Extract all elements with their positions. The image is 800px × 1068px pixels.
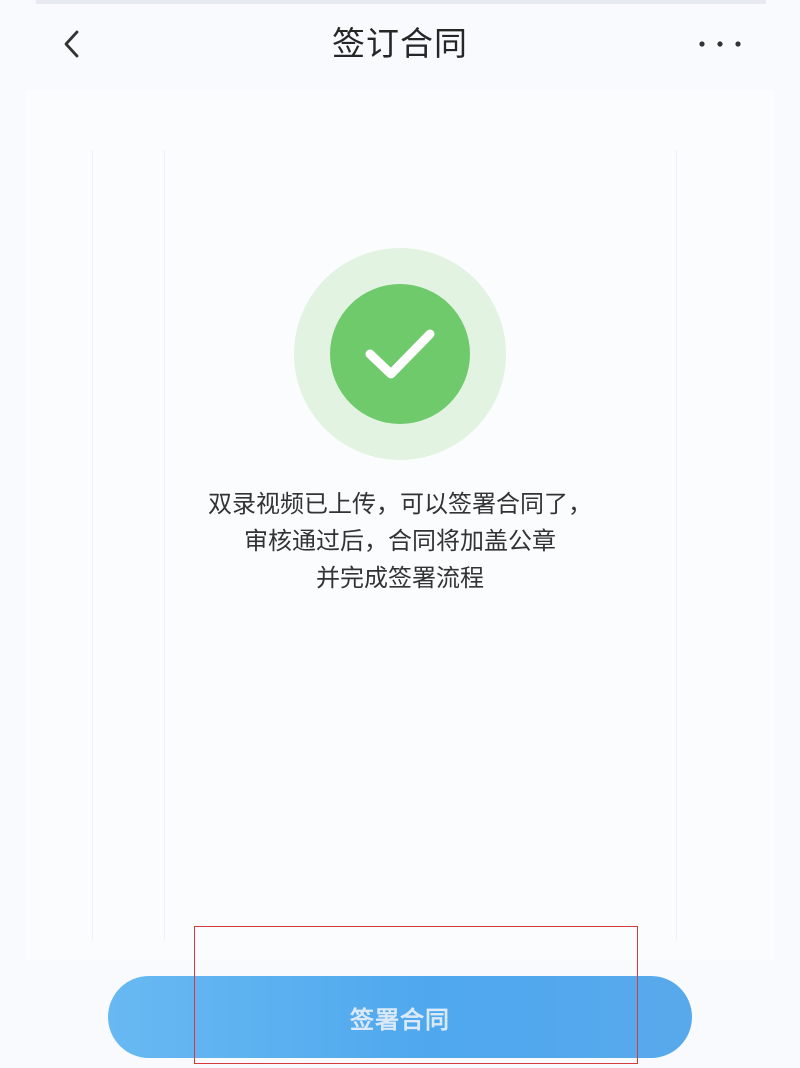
- success-circle: [330, 284, 470, 424]
- screen: 签订合同 双录视频已上传，可以签署合同了， 审核通过后，合同将加盖公章 并完成签…: [0, 0, 800, 1068]
- sign-contract-button[interactable]: 签署合同: [108, 976, 692, 1058]
- status-message-line: 并完成签署流程: [316, 564, 484, 592]
- success-status-badge: [294, 248, 506, 460]
- status-message-line: 审核通过后，合同将加盖公章: [244, 527, 556, 555]
- more-dots-icon: [699, 41, 741, 47]
- navigation-bar: 签订合同: [0, 0, 800, 90]
- status-message: 双录视频已上传，可以签署合同了， 审核通过后，合同将加盖公章 并完成签署流程: [100, 486, 700, 597]
- checkmark-icon: [365, 329, 435, 379]
- status-message-line: 双录视频已上传，可以签署合同了，: [208, 490, 592, 518]
- page-title: 签订合同: [332, 24, 468, 63]
- more-button[interactable]: [690, 24, 750, 64]
- panel-divider-left: [92, 150, 93, 940]
